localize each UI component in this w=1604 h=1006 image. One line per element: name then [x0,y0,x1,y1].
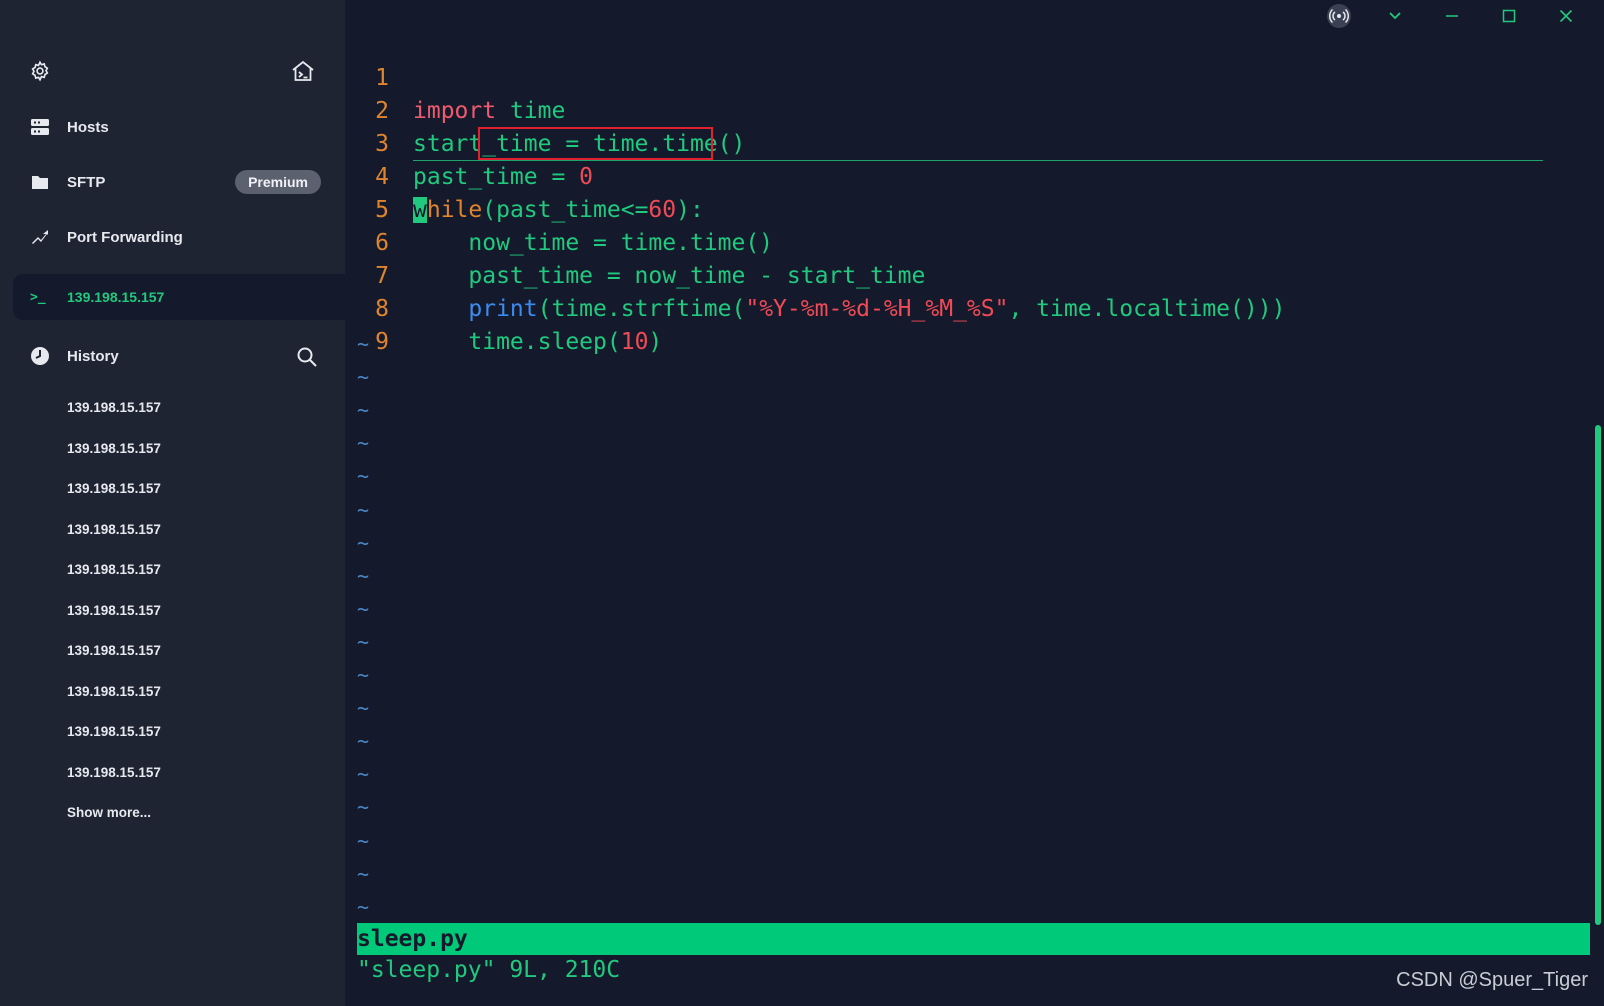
empty-line-tilde: ~ [357,530,370,555]
code-line: 8 time.sleep(10) [345,260,662,355]
code-line: 6 past_time = now_time - start_time [345,194,925,289]
code-line: 2 start_time = time.time() [345,62,745,157]
empty-line-tilde: ~ [357,497,370,522]
code-text: past_time = now_time - start_time [413,263,926,289]
empty-line-tilde: ~ [357,861,370,886]
history-item[interactable]: 139.198.15.157 [0,510,345,551]
empty-line-tilde: ~ [357,629,370,654]
history-item[interactable]: 139.198.15.157 [0,712,345,753]
vim-status-bar: sleep.py [357,923,1590,955]
scrollbar[interactable] [1595,425,1601,925]
nav-sftp[interactable]: SFTP Premium [0,162,345,202]
sidebar: Hosts SFTP Premium Port Forwarding >_ 13… [0,0,345,1006]
code-line: 1 import time [345,29,565,124]
history-header: History [0,336,345,376]
history-item[interactable]: 139.198.15.157 [0,753,345,794]
empty-line-tilde: ~ [357,894,370,919]
show-more-link[interactable]: Show more... [0,793,345,834]
code-line: 7 print(time.strftime("%Y-%m-%d-%H_%M_%S… [345,227,1285,322]
empty-line-tilde: ~ [357,431,370,456]
nav-port-forwarding[interactable]: Port Forwarding [0,217,345,257]
code-line: 9 [345,293,428,355]
history-item[interactable]: 139.198.15.157 [0,429,345,470]
watermark: CSDN @Spuer_Tiger [1396,969,1588,991]
nav-sftp-label: SFTP [67,173,106,191]
broadcast-icon[interactable] [1319,2,1359,30]
empty-line-tilde: ~ [357,563,370,588]
gear-icon[interactable] [27,58,53,84]
empty-line-tilde: ~ [357,464,370,489]
minimize-icon[interactable] [1432,2,1472,30]
cursor-line-underline [413,160,1543,161]
code-text: import time [413,98,566,124]
app-window: Hosts SFTP Premium Port Forwarding >_ 13… [0,0,1604,1006]
empty-line-tilde: ~ [357,332,370,356]
code-text: past_time = 0 [413,164,594,190]
active-session-tab[interactable]: >_ 139.198.15.157 [13,274,345,320]
nav-hosts[interactable]: Hosts [0,107,345,147]
history-item[interactable]: 139.198.15.157 [0,672,345,713]
clock-icon [29,345,51,367]
history-item[interactable]: 139.198.15.157 [0,469,345,510]
code-line: 3 past_time = 0 [345,95,593,190]
empty-line-tilde: ~ [357,696,370,721]
code-text: time.sleep(10) [413,329,663,355]
nav-hosts-label: Hosts [67,118,109,136]
history-label: History [67,347,119,365]
vim-message-line: "sleep.py" 9L, 210C [357,957,621,983]
history-item[interactable]: 139.198.15.157 [0,550,345,591]
port-forward-icon [29,226,51,248]
empty-line-tilde: ~ [357,365,370,390]
terminal-prompt-icon: >_ [30,289,46,305]
code-line: 5 now_time = time.time() [345,161,773,256]
empty-line-tilde: ~ [357,828,370,853]
empty-line-tilde: ~ [357,762,370,787]
code-text: while(past_time<=60): [413,197,704,223]
empty-line-tilde: ~ [357,795,370,820]
highlight-annotation-box [478,127,713,160]
chevron-down-icon[interactable] [1375,2,1415,30]
history-item[interactable]: 139.198.15.157 [0,591,345,632]
history-item[interactable]: 139.198.15.157 [0,631,345,672]
empty-line-tilde: ~ [357,729,370,754]
empty-line-tilde: ~ [357,663,370,687]
code-line: 4 while(past_time<=60): [345,128,704,223]
active-session-label: 139.198.15.157 [67,289,165,305]
code-text: print(time.strftime("%Y-%m-%d-%H_%M_%S",… [468,296,1286,322]
premium-badge[interactable]: Premium [235,170,321,194]
empty-line-tilde: ~ [357,596,370,621]
history-item[interactable]: 139.198.15.157 [0,388,345,429]
empty-line-tilde: ~ [357,398,370,423]
history-list: 139.198.15.157 139.198.15.157 139.198.15… [0,388,345,834]
search-icon[interactable] [296,346,318,368]
nav-port-forwarding-label: Port Forwarding [67,228,183,246]
terminal-pane[interactable]: 1 import time 2 start_time = time.time()… [345,0,1604,1006]
close-icon[interactable] [1546,2,1586,30]
server-icon [29,116,51,138]
folder-icon [29,171,51,193]
maximize-icon[interactable] [1489,2,1529,30]
home-terminal-icon[interactable] [290,58,316,84]
code-text: now_time = time.time() [413,230,774,256]
